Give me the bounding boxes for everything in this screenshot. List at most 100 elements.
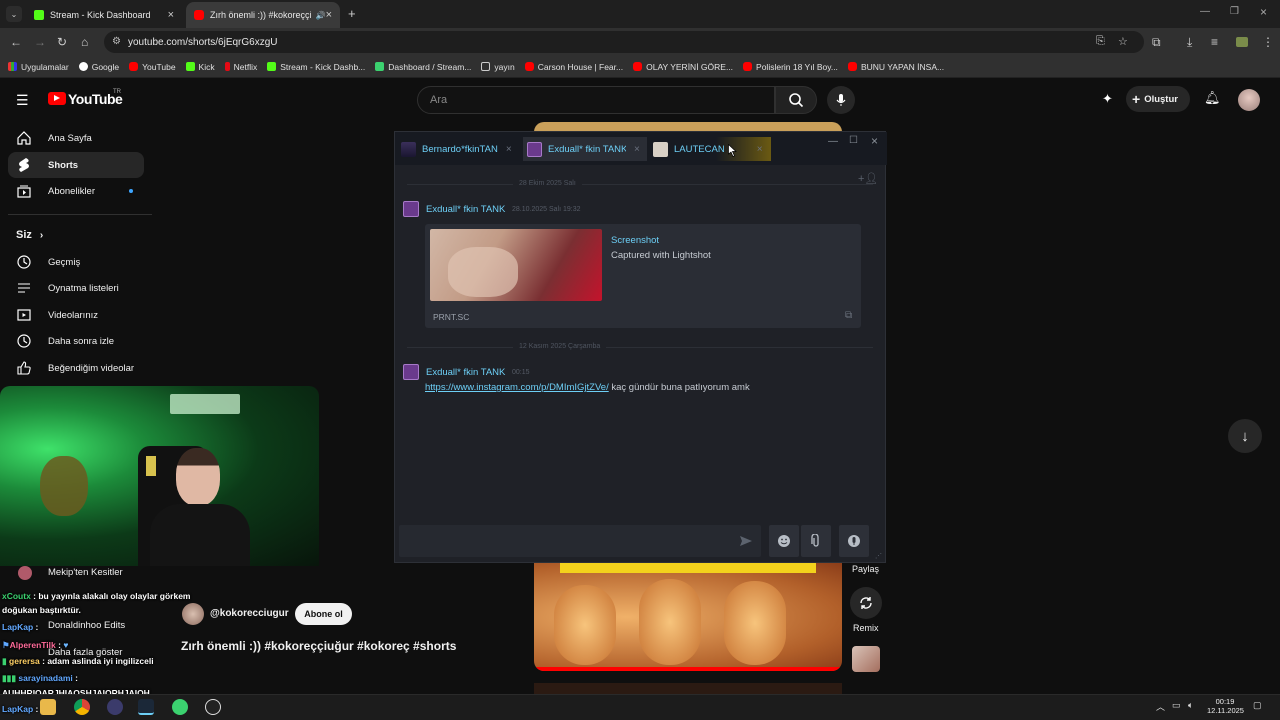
message-link[interactable]: https://www.instagram.com/p/DMImIGjtZVe/ [425, 382, 609, 393]
attach-button[interactable] [801, 525, 831, 557]
subscribe-button[interactable]: Abone ol [295, 603, 352, 625]
bookmark-item[interactable]: Google [78, 62, 119, 72]
close-icon[interactable]: × [326, 9, 332, 21]
hamburger-menu-icon[interactable]: ☰ [16, 92, 29, 109]
next-video-button[interactable]: ↓ [1228, 419, 1262, 453]
sidebar-item-watch-later[interactable]: Daha sonra izle [8, 328, 144, 354]
video-progress-bar[interactable] [534, 667, 842, 671]
search-button[interactable] [775, 86, 817, 114]
profile-icon[interactable] [1236, 37, 1248, 47]
download-icon[interactable]: ⤓ [1187, 35, 1192, 50]
tray-volume-icon[interactable]: 🔈︎ [1188, 700, 1193, 711]
browser-tab-strip: ⌄ Stream - Kick Dashboard × Zırh önemli … [0, 0, 1280, 28]
create-button[interactable]: + Oluştur [1126, 86, 1190, 112]
embed-title[interactable]: Screenshot [611, 235, 659, 246]
sidebar-item-subscriptions[interactable]: Abonelikler [8, 178, 144, 204]
reload-icon[interactable]: ↻ [57, 35, 67, 49]
channel-avatar[interactable] [18, 566, 32, 580]
copy-link-icon[interactable]: ⧉ [845, 310, 852, 321]
steam-icon[interactable] [138, 699, 154, 715]
bookmark-item[interactable]: OLAY YERİNİ GÖRE... [633, 62, 733, 72]
home-icon[interactable]: ⌂ [81, 35, 88, 49]
notification-center-icon[interactable]: ▢ [1253, 700, 1262, 711]
sidebar-item-history[interactable]: Geçmiş [8, 249, 144, 275]
speaker-icon[interactable]: 🔊 [316, 11, 326, 20]
voice-search-button[interactable] [827, 86, 855, 114]
sidebar-item-your-videos[interactable]: Videolarınız [8, 302, 144, 328]
bookmark-star-icon[interactable]: ☆ [1118, 35, 1128, 48]
channel-avatar[interactable] [182, 603, 204, 625]
address-bar[interactable]: ⚙ youtube.com/shorts/6jEqrG6xzgU ⎘ ☆ [104, 31, 1144, 53]
chat-message-input[interactable] [399, 525, 761, 557]
media-control-icon[interactable]: ≡ [1211, 35, 1218, 49]
bookmark-item[interactable]: Netflix [224, 62, 257, 72]
tab-kick-dashboard[interactable]: Stream - Kick Dashboard × [26, 2, 182, 28]
bookmark-item[interactable]: YouTube [129, 62, 176, 72]
message-avatar[interactable] [403, 201, 419, 217]
tab-search-button[interactable]: ⌄ [6, 6, 22, 22]
close-icon[interactable]: × [757, 144, 763, 155]
obs-icon[interactable] [107, 699, 123, 715]
close-icon[interactable]: × [506, 144, 512, 155]
resize-grip-icon[interactable]: ⋰ [875, 552, 882, 560]
link-embed-card[interactable]: Screenshot Captured with Lightshot PRNT.… [425, 224, 861, 328]
voice-button[interactable] [839, 525, 869, 557]
bookmark-item[interactable]: Stream - Kick Dashb... [267, 62, 365, 72]
sidebar-item-liked-videos[interactable]: Beğendiğim videolar [8, 355, 144, 381]
minimize-icon[interactable]: — [828, 136, 838, 147]
chrome-icon[interactable] [74, 699, 90, 715]
bookmark-item[interactable]: Uygulamalar [8, 62, 69, 72]
bookmark-item[interactable]: Dashboard / Stream... [375, 62, 471, 72]
back-icon[interactable]: ← [10, 35, 22, 49]
install-app-icon[interactable]: ⎘ [1096, 35, 1105, 48]
maximize-icon[interactable]: ☐ [849, 135, 858, 146]
sidebar-sub-item[interactable]: Donaldinhoo Edits [48, 620, 125, 631]
embed-thumbnail[interactable] [430, 229, 602, 301]
bookmark-item[interactable]: Polislerin 18 Yıl Boy... [743, 62, 838, 72]
gemini-spark-icon[interactable]: ✦ [1102, 91, 1113, 107]
record-app-icon[interactable] [205, 699, 221, 715]
bookmark-item[interactable]: Carson House | Fear... [524, 62, 623, 72]
restore-icon[interactable]: ❐ [1230, 6, 1239, 17]
chat-tab-exduall[interactable]: Exduall* fkin TANK × [523, 137, 647, 161]
bookmark-item[interactable]: Kick [185, 62, 215, 72]
sidebar-item-shorts[interactable]: Shorts [8, 152, 144, 178]
message-author[interactable]: Exduall* fkin TANK [426, 204, 505, 215]
bookmark-item[interactable]: yayın [481, 62, 515, 72]
channel-handle[interactable]: @kokorecciugur [210, 608, 289, 619]
send-button[interactable] [731, 525, 761, 557]
next-short-preview[interactable] [534, 683, 842, 694]
xbox-icon[interactable] [172, 699, 188, 715]
extensions-icon[interactable]: ⧉ [1152, 35, 1161, 50]
window-close-icon[interactable]: × [1260, 5, 1267, 19]
tab-youtube-short[interactable]: Zırh önemli :)) #kokoreççiu 🔊 × [186, 2, 340, 28]
close-icon[interactable]: × [168, 9, 174, 21]
bookmark-item[interactable]: BUNU YAPAN İNSA... [847, 62, 944, 72]
message-avatar[interactable] [403, 364, 419, 380]
minimize-icon[interactable]: — [1200, 6, 1210, 17]
chat-tab-bernardo[interactable]: Bernardo*fkinTAN × [401, 137, 512, 161]
tray-chevron-icon[interactable]: ︿ [1156, 700, 1165, 713]
message-author[interactable]: Exduall* fkin TANK [426, 367, 505, 378]
sidebar-item-playlists[interactable]: Oynatma listeleri [8, 275, 144, 301]
notifications-bell-icon[interactable]: 🔔︎ [1204, 90, 1221, 106]
new-tab-button[interactable]: + [348, 6, 356, 21]
sidebar-item-home[interactable]: Ana Sayfa [8, 125, 144, 151]
sidebar-sub-item[interactable]: Mekip'ten Kesitler [48, 567, 123, 578]
site-info-icon[interactable]: ⚙ [112, 36, 121, 47]
sidebar-you-header[interactable]: Siz › [16, 229, 43, 241]
search-input[interactable]: Ara [417, 86, 775, 114]
avatar[interactable] [1238, 89, 1260, 111]
short-video-frame[interactable] [534, 563, 842, 671]
close-icon[interactable]: × [634, 144, 640, 155]
tray-network-icon[interactable]: ▭ [1172, 700, 1181, 711]
forward-icon[interactable]: → [34, 35, 46, 49]
close-icon[interactable]: × [871, 134, 878, 148]
chat-tab-lautecan[interactable]: LAUTECAN × [649, 137, 771, 161]
remix-button[interactable] [850, 587, 882, 619]
emoticon-button[interactable] [769, 525, 799, 557]
menu-dots-icon[interactable]: ⋮ [1262, 35, 1274, 49]
sound-thumbnail[interactable] [852, 646, 880, 672]
clock[interactable]: 00:19 12.11.2025 [1207, 697, 1244, 715]
file-explorer-icon[interactable] [40, 699, 56, 715]
